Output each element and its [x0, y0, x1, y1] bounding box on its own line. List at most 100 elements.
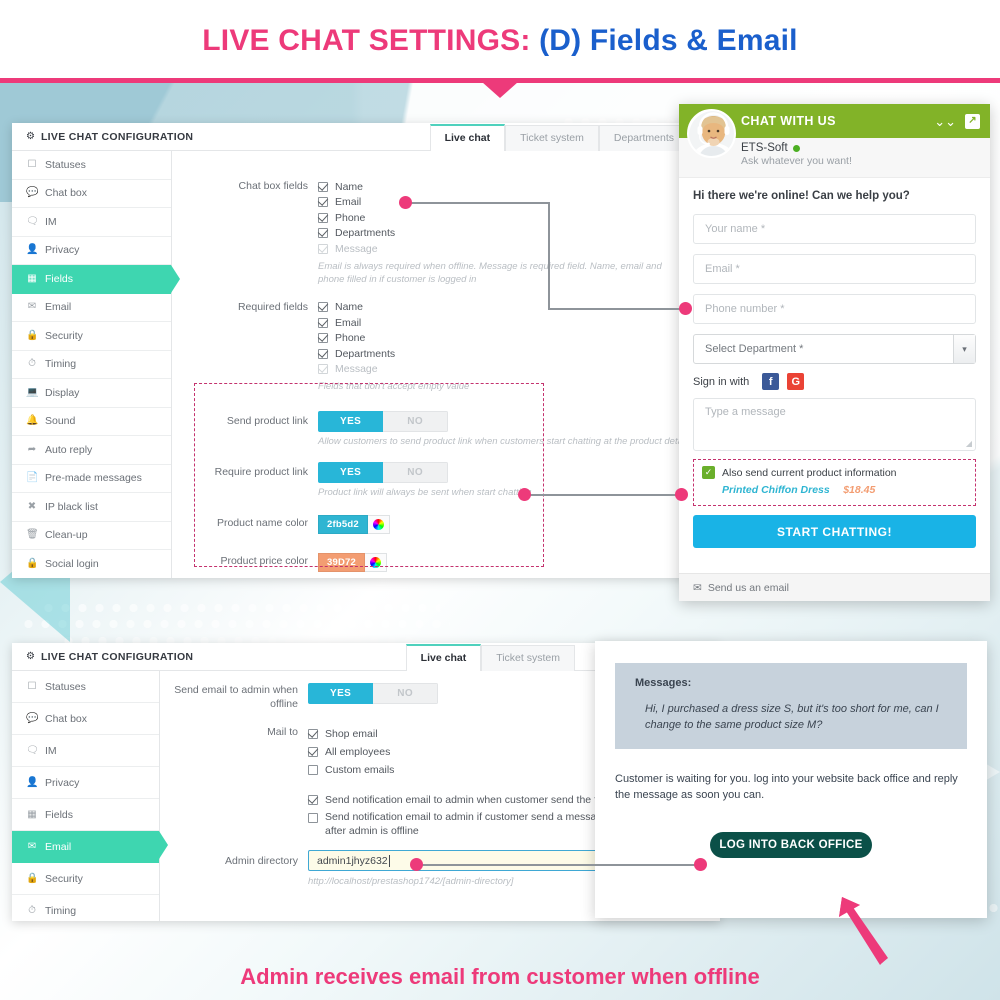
sidebar-item-label: Privacy	[45, 244, 80, 257]
lock-icon: 🔒	[26, 329, 39, 341]
chat-widget-body: Hi there we're online! Can we help you? …	[679, 178, 990, 548]
resize-grip-icon[interactable]: ◢	[966, 440, 972, 448]
gear-icon: ⚙	[26, 130, 35, 142]
connector-line	[416, 864, 696, 866]
email-input[interactable]: Email *	[693, 254, 976, 284]
sidebar-item-privacy[interactable]: 👤 Privacy	[12, 237, 171, 265]
tab-live-chat[interactable]: Live chat	[429, 124, 506, 151]
sidebar-item-email[interactable]: ✉ Email	[12, 831, 168, 863]
checkbox[interactable]: ✓	[702, 466, 715, 479]
checkbox[interactable]	[318, 348, 328, 359]
sidebar-item-display[interactable]: 💻 Display	[12, 379, 171, 408]
tab-departments[interactable]: Departments	[598, 125, 689, 151]
gear-icon: ⚙	[26, 650, 35, 662]
sidebar-item-im[interactable]: 🗨 IM	[12, 208, 171, 237]
checkbox[interactable]	[308, 729, 318, 739]
connector-dot-admin-directory	[410, 858, 423, 871]
sidebar-item-clean-up[interactable]: 🗑 Clean-up	[12, 522, 171, 550]
required-field-departments[interactable]: Departments	[318, 346, 689, 362]
social-signin-label: Sign in with	[693, 375, 750, 388]
connector-line	[524, 494, 679, 496]
checkbox[interactable]	[318, 302, 328, 313]
checkbox[interactable]	[318, 181, 328, 192]
sidebar-item-fields[interactable]: ▦ Fields	[12, 799, 159, 831]
send-email-offline-switch[interactable]: YES NO	[308, 683, 439, 704]
switch-yes[interactable]: YES	[308, 683, 374, 704]
connector-dot-product-colors	[518, 488, 531, 501]
email-note: Customer is waiting for you. log into yo…	[615, 773, 958, 801]
sidebar-item-security[interactable]: 🔒 Security	[12, 322, 171, 351]
comments-icon: 🗨	[26, 215, 39, 227]
chat-box-field-phone[interactable]: Phone	[318, 210, 689, 226]
department-select[interactable]: Select Department * ▾	[693, 334, 976, 364]
page-title-blue: (D) Fields & Email	[539, 24, 798, 57]
send-us-an-email-link[interactable]: Send us an email	[708, 582, 789, 594]
agent-name: ETS-Soft	[741, 142, 788, 154]
sidebar-item-sound[interactable]: 🔔 Sound	[12, 408, 171, 436]
notifications-label	[160, 791, 308, 838]
tab-ticket-system[interactable]: Ticket system	[481, 645, 575, 671]
sidebar-item-statuses[interactable]: ☐ Statuses	[12, 151, 171, 180]
chat-box-field-name[interactable]: Name	[318, 179, 689, 195]
message-textarea[interactable]: Type a message ◢	[693, 398, 976, 451]
sidebar-item-timing[interactable]: ⏱ Timing	[12, 895, 159, 921]
tab-ticket-system[interactable]: Ticket system	[505, 125, 599, 151]
checkbox[interactable]	[308, 765, 318, 775]
sidebar-item-label: IM	[45, 215, 57, 228]
phone-input[interactable]: Phone number *	[693, 294, 976, 324]
sidebar-item-chat-box[interactable]: 💬 Chat box	[12, 180, 171, 208]
sidebar-item-label: Email	[45, 840, 72, 853]
page-title-pink: LIVE CHAT SETTINGS:	[202, 24, 531, 57]
required-field-phone[interactable]: Phone	[318, 331, 689, 347]
sidebar-item-privacy[interactable]: 👤 Privacy	[12, 767, 159, 799]
monitor-icon: 💻	[26, 386, 39, 398]
log-into-back-office-button[interactable]: LOG INTO BACK OFFICE	[710, 832, 872, 858]
checkbox-label: Phone	[335, 211, 366, 224]
sidebar-item-label: IM	[45, 744, 57, 757]
switch-no[interactable]: NO	[373, 683, 439, 704]
panel-header-fields: ⚙ LIVE CHAT CONFIGURATION Live chat Tick…	[12, 123, 689, 151]
window-icon: ☐	[27, 158, 37, 170]
tab-live-chat[interactable]: Live chat	[405, 644, 482, 671]
sidebar-item-fields[interactable]: ▦ Fields	[12, 265, 180, 294]
chat-widget-footer[interactable]: ✉ Send us an email	[679, 573, 990, 601]
checkbox[interactable]	[318, 228, 328, 239]
chat-box-field-departments[interactable]: Departments	[318, 226, 689, 242]
expand-icon[interactable]: ↗	[965, 113, 980, 129]
checkbox[interactable]	[308, 747, 318, 757]
comment-icon: 💬	[26, 187, 39, 199]
checkbox[interactable]	[318, 333, 328, 344]
start-chatting-button[interactable]: START CHATTING!	[693, 515, 976, 548]
sidebar-item-pre-made-messages[interactable]: 📄 Pre-made messages	[12, 465, 171, 493]
sidebar-item-statuses[interactable]: ☐ Statuses	[12, 671, 159, 703]
checkbox[interactable]	[318, 317, 328, 328]
user-icon: 👤	[26, 244, 39, 256]
checkbox-label: Shop email	[325, 728, 378, 740]
sidebar-item-ip-black-list[interactable]: ✖ IP black list	[12, 493, 171, 522]
checkbox[interactable]	[308, 794, 318, 805]
sidebar-item-label: Pre-made messages	[45, 472, 142, 485]
checkbox[interactable]	[318, 197, 328, 208]
chevron-double-down-icon[interactable]: ⌄⌄	[934, 115, 956, 128]
product-info-checkbox-row[interactable]: ✓ Also send current product information	[702, 466, 967, 479]
sidebar-item-security[interactable]: 🔒 Security	[12, 863, 159, 895]
google-icon[interactable]: G	[787, 373, 805, 390]
sidebar-item-social-login[interactable]: 🔒 Social login	[12, 550, 171, 578]
required-field-email[interactable]: Email	[318, 315, 689, 331]
checkbox[interactable]	[318, 212, 328, 223]
sidebar-item-timing[interactable]: ⏱ Timing	[12, 351, 171, 379]
sidebar-item-auto-reply[interactable]: ➦ Auto reply	[12, 436, 171, 465]
sidebar-item-label: Fields	[45, 272, 74, 285]
checkbox[interactable]	[308, 813, 318, 823]
facebook-icon[interactable]: f	[762, 373, 780, 390]
chevron-down-icon: ▾	[953, 335, 975, 363]
sidebar-item-label: Chat box	[45, 187, 88, 200]
page-title: LIVE CHAT SETTINGS: (D) Fields & Email	[202, 24, 797, 58]
text-cursor	[388, 854, 390, 867]
product-name: Printed Chiffon Dress	[722, 484, 830, 496]
chat-box-fields-hint: Email is always required when offline. M…	[318, 260, 662, 285]
sidebar-item-chat-box[interactable]: 💬 Chat box	[12, 703, 159, 735]
name-input[interactable]: Your name *	[693, 214, 976, 244]
sidebar-item-email[interactable]: ✉ Email	[12, 294, 171, 322]
sidebar-item-im[interactable]: 🗨 IM	[12, 735, 159, 767]
